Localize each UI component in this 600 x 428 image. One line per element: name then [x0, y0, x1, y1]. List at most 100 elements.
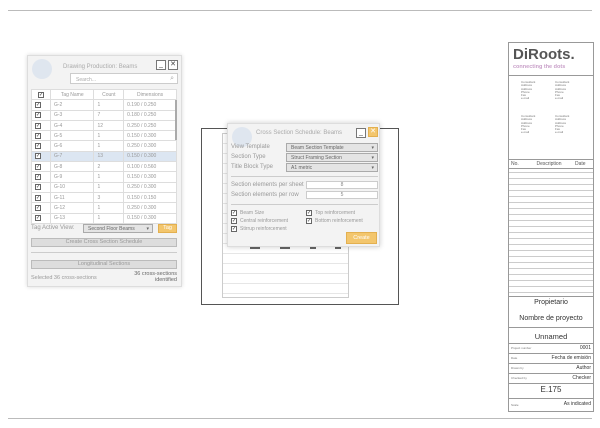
divider: [31, 252, 177, 253]
drawing-production-panel: Drawing Production: Beams _ ✕ Search... ⌕…: [27, 55, 182, 287]
cell: 1: [93, 140, 125, 152]
consultant-line: e-mail: [521, 96, 530, 101]
row-checkbox[interactable]: ✓: [35, 153, 41, 160]
table-row[interactable]: ✓ G-2 1 0.190 / 0.250: [31, 99, 177, 111]
row-checkbox[interactable]: ✓: [35, 163, 41, 170]
field-value: Fecha de emisión: [551, 355, 591, 361]
consultant-block: Consultant Address Address Phone Fax e-mail: [521, 80, 535, 101]
selected-status: Selected 36 cross-sections: [31, 275, 97, 281]
cell: 13: [93, 150, 125, 163]
cell: 1: [93, 181, 125, 193]
section-type-dropdown[interactable]: Struct Framing Section ▾: [286, 153, 378, 162]
cell: 1: [93, 99, 125, 111]
table-row[interactable]: ✓ G-7 13 0.150 / 0.300: [31, 150, 177, 163]
consultant-block: Consultant Address Address Phone Fax e-mail: [555, 114, 569, 135]
table-row[interactable]: ✓ G-4 12 0.250 / 0.250: [31, 119, 177, 132]
diroots-logo: DiRoots.: [513, 46, 575, 63]
cell: G-13: [49, 212, 95, 224]
cell: G-8: [49, 161, 95, 173]
table-row[interactable]: ✓ G-11 3 0.150 / 0.150: [31, 191, 177, 204]
cell: 3: [93, 191, 125, 204]
longitudinal-sections-button[interactable]: Longitudinal Sections: [31, 260, 177, 269]
per-row-input[interactable]: 5: [306, 191, 378, 199]
row-checkbox[interactable]: ✓: [35, 184, 41, 191]
scale-value: As indicated: [563, 401, 591, 407]
row-checkbox[interactable]: ✓: [35, 194, 41, 201]
row-checkbox[interactable]: ✓: [35, 132, 41, 139]
cell: 7: [93, 109, 125, 121]
cell: G-11: [49, 191, 95, 204]
col-count: Count: [93, 88, 125, 101]
table-row[interactable]: ✓ G-6 1 0.250 / 0.300: [31, 140, 177, 152]
table-row[interactable]: ✓ G-9 1 0.150 / 0.300: [31, 171, 177, 183]
table-row[interactable]: ✓ G-5 1 0.150 / 0.300: [31, 130, 177, 142]
project-name: Nombre de proyecto: [519, 315, 583, 322]
cell: G-10: [49, 181, 95, 193]
minimize-button[interactable]: _: [356, 128, 366, 138]
cell: G-5: [49, 130, 95, 142]
cell: 1: [93, 212, 125, 224]
table-row[interactable]: ✓ G-10 1 0.250 / 0.300: [31, 181, 177, 193]
per-row-label: Section elements per row: [231, 192, 299, 198]
close-button[interactable]: ✕: [168, 60, 178, 70]
cell: 0.250 / 0.300: [123, 140, 177, 152]
rev-col-description: Description: [536, 161, 562, 167]
cell: G-7: [49, 150, 95, 163]
table-row[interactable]: ✓ G-12 1 0.250 / 0.300: [31, 202, 177, 214]
cell: G-9: [49, 171, 95, 183]
view-dropdown[interactable]: Second Floor Beams ▾: [83, 224, 153, 233]
top-reinforcement-checkbox[interactable]: ✓ Top reinforcement: [306, 210, 355, 216]
row-checkbox[interactable]: ✓: [35, 112, 41, 119]
per-sheet-input[interactable]: 8: [306, 181, 378, 189]
sheet-number: E.175: [540, 385, 562, 394]
scrollbar[interactable]: [175, 100, 177, 140]
view-template-label: View Template: [231, 144, 270, 150]
revision-table: No. Description Date: [509, 161, 593, 296]
title-block-dropdown[interactable]: A1 metric ▾: [286, 163, 378, 172]
cell: 0.150 / 0.300: [123, 130, 177, 142]
cell: G-12: [49, 202, 95, 214]
field-label: Checked by: [511, 376, 527, 380]
beam-size-checkbox[interactable]: ✓ Beam Size: [231, 210, 264, 216]
bottom-reinforcement-checkbox[interactable]: ✓ Bottom reinforcement: [306, 218, 363, 224]
field-label: Project number: [511, 346, 532, 350]
row-checkbox[interactable]: ✓: [35, 204, 41, 211]
logo-tagline: connecting the dots: [513, 64, 566, 70]
cell: 0.150 / 0.300: [123, 212, 177, 224]
rev-col-no: No.: [511, 161, 519, 167]
cell: 1: [93, 202, 125, 214]
search-input[interactable]: Search... ⌕: [70, 73, 178, 84]
consultant-block: Consultant Address Address Phone Fax e-mail: [555, 80, 569, 101]
per-sheet-label: Section elements per sheet: [231, 182, 304, 188]
cell: 1: [93, 171, 125, 183]
row-checkbox[interactable]: ✓: [35, 174, 41, 181]
create-button[interactable]: Create: [346, 232, 377, 244]
table-row[interactable]: ✓ G-8 2 0.100 / 0.560: [31, 161, 177, 173]
scale-label: Scale: [511, 403, 519, 407]
minimize-button[interactable]: _: [156, 60, 166, 70]
field-value: Checker: [572, 375, 591, 381]
table-row[interactable]: ✓ G-13 1 0.150 / 0.300: [31, 212, 177, 224]
beams-table: ✓ Tag Name Count Dimensions ✓ G-2 1 0.190 / 0.…: [31, 88, 177, 224]
sheet-name: Unnamed: [534, 332, 568, 341]
sheet-top-edge: [8, 10, 592, 11]
view-template-dropdown[interactable]: Beam Section Template ▾: [286, 143, 378, 152]
select-all-checkbox[interactable]: ✓: [37, 91, 44, 98]
cell: 0.250 / 0.300: [123, 181, 177, 193]
create-schedule-button[interactable]: Create Cross Section Schedule: [31, 238, 177, 247]
close-button[interactable]: ✕: [368, 127, 378, 137]
chevron-down-icon: ▾: [146, 226, 149, 232]
consultant-line: e-mail: [555, 130, 564, 135]
cell: 0.150 / 0.300: [123, 150, 177, 163]
table-row[interactable]: ✓ G-3 7 0.180 / 0.250: [31, 109, 177, 121]
dialog-title: Cross Section Schedule: Beams: [256, 130, 343, 136]
row-checkbox[interactable]: ✓: [35, 215, 41, 222]
row-checkbox[interactable]: ✓: [35, 143, 41, 150]
central-reinforcement-checkbox[interactable]: ✓ Central reinforcement: [231, 218, 288, 224]
row-checkbox[interactable]: ✓: [35, 101, 41, 108]
row-checkbox[interactable]: ✓: [35, 122, 41, 129]
chevron-down-icon: ▾: [371, 155, 374, 161]
stirrup-reinforcement-checkbox[interactable]: ✓ Stirrup reinforcement: [231, 226, 287, 232]
tag-active-view-label: Tag Active View:: [31, 225, 75, 231]
tag-button[interactable]: Tag: [158, 224, 177, 233]
